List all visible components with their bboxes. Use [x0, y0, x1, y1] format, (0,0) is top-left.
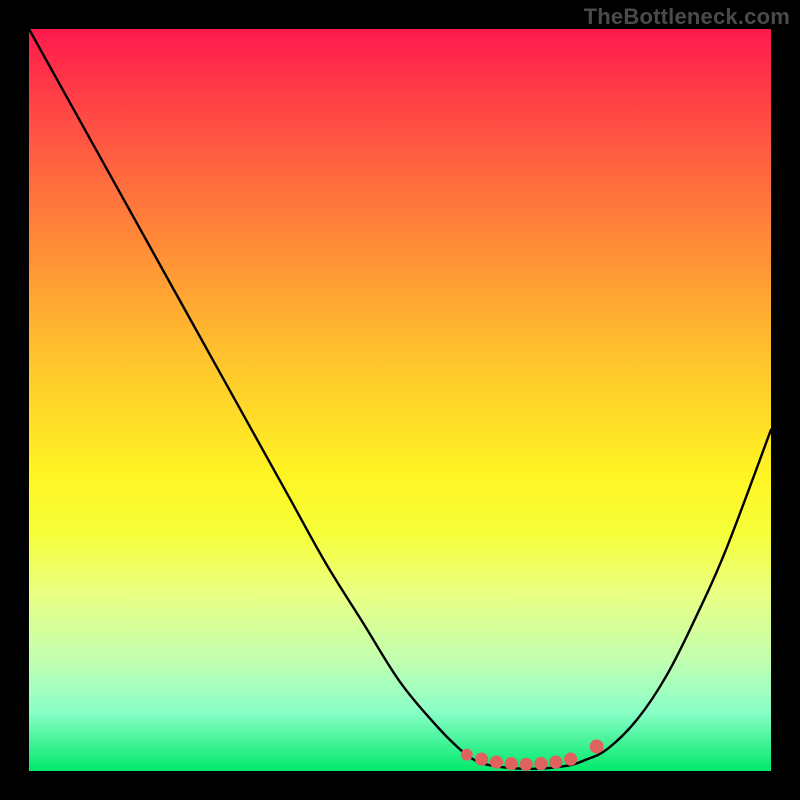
- heat-gradient: [29, 29, 771, 771]
- chart-stage: TheBottleneck.com: [0, 0, 800, 800]
- watermark-text: TheBottleneck.com: [584, 4, 790, 30]
- plot-area: [29, 29, 771, 771]
